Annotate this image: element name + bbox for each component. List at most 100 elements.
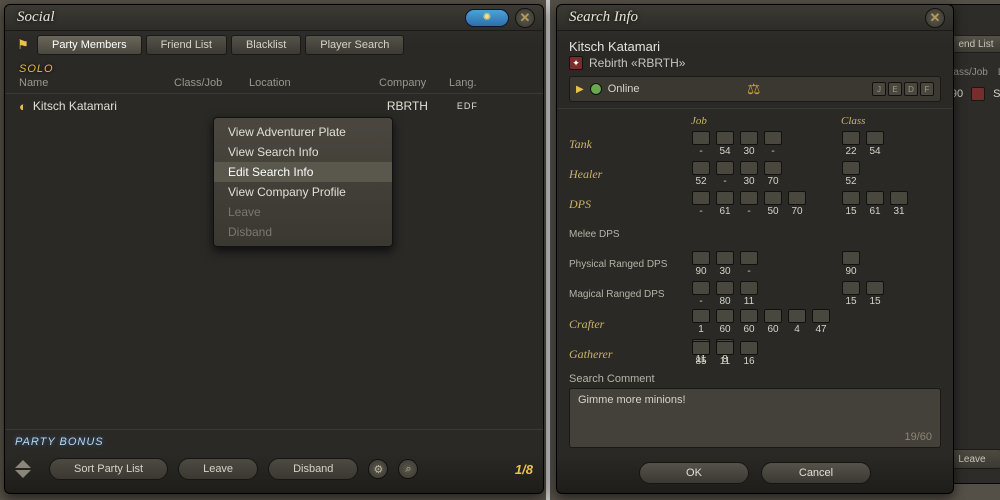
job-level[interactable]: 70	[787, 191, 807, 217]
job-level[interactable]: -	[691, 131, 711, 157]
role-sublabel: Melee DPS	[569, 219, 691, 249]
disband-button[interactable]: Disband	[268, 458, 358, 480]
job-level[interactable]: 4	[787, 309, 807, 335]
role-row: Healer52-307052	[569, 159, 941, 189]
job-level[interactable]: 52	[691, 161, 711, 187]
job-level[interactable]: 85	[691, 341, 711, 367]
online-dot-icon	[590, 83, 602, 95]
sort-arrows[interactable]	[15, 460, 39, 478]
column-headers: Name Class/Job Location Company Lang.	[5, 75, 543, 94]
ctx-leave[interactable]: Leave	[214, 202, 392, 222]
job-level[interactable]: 60	[715, 309, 735, 335]
flag-icon: ⚑	[13, 36, 33, 54]
lang-d[interactable]: D	[904, 82, 918, 96]
job-level[interactable]: 70	[763, 161, 783, 187]
job-level[interactable]: -	[739, 251, 759, 277]
job-level[interactable]: 30	[739, 161, 759, 187]
job-level[interactable]: 60	[763, 309, 783, 335]
status-selector[interactable]: ▶ Online ⚖ J E D F	[569, 76, 941, 102]
col-company: Company	[379, 77, 449, 89]
class-level[interactable]: 15	[841, 191, 861, 217]
job-level[interactable]: 50	[763, 191, 783, 217]
gear-icon[interactable]: ⚙	[368, 459, 388, 479]
ok-button[interactable]: OK	[639, 462, 749, 484]
job-level[interactable]: -	[691, 191, 711, 217]
sort-party-button[interactable]: Sort Party List	[49, 458, 168, 480]
job-level[interactable]: 16	[739, 341, 759, 367]
tab-party-members[interactable]: Party Members	[37, 35, 142, 55]
col-location: Location	[249, 77, 379, 89]
job-level[interactable]: -	[763, 131, 783, 157]
search-info-title: Search Info	[569, 9, 638, 26]
solo-label: SOLO	[5, 59, 543, 75]
role-row: Tank-5430-2254	[569, 129, 941, 159]
party-member-row[interactable]: ◐ Kitsch Katamari RBRTH EDF	[5, 94, 543, 118]
class-level[interactable]: 15	[865, 281, 885, 307]
close-icon[interactable]: ✕	[925, 8, 945, 28]
ctx-view-search-info[interactable]: View Search Info	[214, 142, 392, 162]
fc-name: Rebirth «RBRTH»	[589, 56, 685, 70]
job-level[interactable]: 80	[715, 281, 735, 307]
player-name: Kitsch Katamari	[569, 39, 941, 54]
leave-button[interactable]: Leave	[178, 458, 258, 480]
online-status-icon: ◐	[19, 99, 27, 114]
tab-player-search[interactable]: Player Search	[305, 35, 404, 55]
job-header: Job	[691, 113, 841, 129]
close-icon[interactable]: ✕	[515, 8, 535, 28]
job-level[interactable]: 54	[715, 131, 735, 157]
search-comment-input[interactable]: Gimme more minions! 19/60	[569, 388, 941, 448]
class-level[interactable]: 54	[865, 131, 885, 157]
party-bonus-label: PARTY BONUS	[15, 436, 533, 448]
ctx-view-company-profile[interactable]: View Company Profile	[214, 182, 392, 202]
job-level[interactable]: 1	[691, 309, 711, 335]
job-level[interactable]: -	[691, 281, 711, 307]
ctx-disband[interactable]: Disband	[214, 222, 392, 242]
class-level[interactable]: 15	[841, 281, 861, 307]
class-level[interactable]: 22	[841, 131, 861, 157]
context-menu: View Adventurer Plate View Search Info E…	[213, 117, 393, 247]
char-count: 19/60	[904, 431, 932, 443]
col-job: Class/Job	[174, 77, 249, 89]
tab-friend-list[interactable]: Friend List	[146, 35, 227, 55]
search-icon[interactable]: ⌕	[398, 459, 418, 479]
job-level[interactable]: -	[715, 161, 735, 187]
social-title: Social	[17, 9, 55, 26]
search-info-titlebar: Search Info ✕	[557, 5, 953, 31]
tab-blacklist[interactable]: Blacklist	[231, 35, 301, 55]
lang-flags: J E D F	[872, 82, 934, 96]
class-level[interactable]: 90	[841, 251, 861, 277]
cancel-button[interactable]: Cancel	[761, 462, 871, 484]
job-level[interactable]: 60	[739, 309, 759, 335]
member-company: RBRTH	[387, 99, 457, 113]
member-name: Kitsch Katamari	[33, 99, 182, 113]
bg-headers: lass/Job Lo	[951, 67, 1000, 78]
ctx-view-adventurer-plate[interactable]: View Adventurer Plate	[214, 122, 392, 142]
class-header: Class	[841, 113, 937, 129]
dialog-buttons: OK Cancel	[557, 454, 953, 494]
help-pill[interactable]: ✺	[465, 9, 509, 27]
role-row: Physical Ranged DPS9030-90	[569, 249, 941, 279]
class-level[interactable]: 52	[841, 161, 861, 187]
balance-icon: ⚖	[747, 80, 760, 98]
job-level[interactable]: 11	[739, 281, 759, 307]
job-level[interactable]: 11	[715, 341, 735, 367]
ctx-edit-search-info[interactable]: Edit Search Info	[214, 162, 392, 182]
lang-f[interactable]: F	[920, 82, 934, 96]
class-level[interactable]: 61	[865, 191, 885, 217]
fc-crest-icon	[971, 87, 985, 101]
col-lang: Lang.	[449, 77, 499, 89]
fc-crest-icon: ✦	[569, 56, 583, 70]
arrow-down-icon	[15, 470, 31, 478]
lang-j[interactable]: J	[872, 82, 886, 96]
lang-e[interactable]: E	[888, 82, 902, 96]
job-level[interactable]: 47	[811, 309, 831, 335]
job-level[interactable]: 30	[739, 131, 759, 157]
role-row: Magical Ranged DPS-80111515	[569, 279, 941, 309]
job-level[interactable]: 90	[691, 251, 711, 277]
job-level[interactable]: 30	[715, 251, 735, 277]
job-level[interactable]: -	[739, 191, 759, 217]
class-level[interactable]: 31	[889, 191, 909, 217]
player-fc: ✦ Rebirth «RBRTH»	[569, 56, 941, 70]
job-level[interactable]: 61	[715, 191, 735, 217]
player-header: Kitsch Katamari ✦ Rebirth «RBRTH» ▶ Onli…	[557, 31, 953, 109]
